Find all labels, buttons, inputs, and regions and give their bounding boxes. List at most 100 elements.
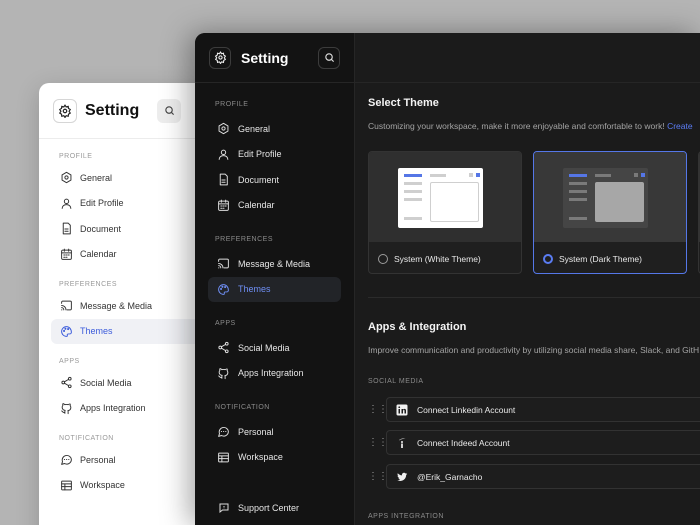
sidebar-item-message-and-media[interactable]: Message & Media [195,251,354,277]
main-header-bar [355,33,700,83]
dark-sidebar-nav: PROFILE General Edit Profile Document Calend… [195,101,354,470]
sidebar-item-social-media[interactable]: Social Media [195,335,354,361]
white-theme-label: System (White Theme) [394,253,481,264]
share-icon [217,341,230,354]
sidebar-item-label: Document [80,223,122,234]
sidebar-section-profile: PROFILE [215,101,249,108]
settings-logo-icon [53,98,77,123]
sidebar-item-label: Workspace [80,480,125,491]
palette-icon [217,283,230,296]
twitter-account-button[interactable]: @Erik_Garnacho [386,464,700,489]
create-link[interactable]: Create [667,121,693,131]
chat-icon [217,425,230,438]
cast-icon [217,257,230,270]
sidebar-item-edit-profile[interactable]: Edit Profile [195,142,354,168]
github-icon [59,401,73,415]
support-center-link[interactable]: Support Center [195,496,354,522]
sidebar-item-label: Edit Profile [80,198,124,209]
section-divider [368,297,700,298]
search-icon[interactable] [318,46,340,69]
social-media-section-label: SOCIAL MEDIA [368,378,424,385]
sidebar-item-document[interactable]: Document [195,167,354,193]
document-icon [59,222,73,236]
connect-linkedin-button[interactable]: Connect Linkedin Account [386,397,700,422]
gear-icon [59,171,73,185]
white-theme-preview [369,152,521,242]
user-icon [59,196,73,210]
twitter-row: ⋮⋮ @Erik_Garnacho [368,464,700,489]
dark-header: Setting [195,33,354,83]
apps-integration-title: Apps & Integration [368,321,467,333]
select-theme-title: Select Theme [368,97,439,109]
drag-handle-icon[interactable]: ⋮⋮ [368,437,388,448]
calendar-icon [217,199,230,212]
twitter-icon [395,470,408,483]
calendar-icon [59,247,73,261]
linkedin-row: ⋮⋮ Connect Linkedin Account [368,397,700,422]
sidebar-item-label: Document [238,174,280,185]
settings-logo-icon [209,46,231,69]
sidebar-item-label: Themes [80,326,113,337]
light-page-title: Setting [85,101,140,119]
sidebar-item-label: Apps Integration [80,403,146,414]
sidebar-item-label: Social Media [238,342,290,353]
dark-theme-preview [534,152,686,242]
dark-theme-card[interactable]: System (Dark Theme) [533,151,687,274]
sidebar-item-general[interactable]: General [195,116,354,142]
workspace-icon [217,451,230,464]
dark-theme-radio[interactable] [543,253,553,264]
sidebar-section-preferences: PREFERENCES [215,236,274,243]
sidebar-item-themes[interactable]: Themes [208,276,341,302]
sidebar-item-label: Social Media [80,377,132,388]
sidebar-item-apps-integration[interactable]: Apps Integration [195,361,354,387]
workspace-icon [59,478,73,492]
connect-indeed-label: Connect Indeed Account [417,437,510,448]
apps-integration-desc: Improve communication and productivity b… [368,345,700,355]
share-icon [59,376,73,390]
connect-linkedin-label: Connect Linkedin Account [417,404,516,415]
twitter-handle-label: @Erik_Garnacho [417,471,483,482]
select-theme-desc: Customizing your workspace, make it more… [368,121,693,131]
sidebar-section-apps: APPS [215,320,236,327]
sidebar-item-label: Message & Media [80,300,153,311]
sidebar-section-notification: NOTIFICATION [215,404,270,411]
search-icon[interactable] [157,98,182,123]
sidebar-item-label: Edit Profile [238,149,282,160]
github-icon [217,367,230,380]
sidebar-item-workspace[interactable]: Workspace [195,445,354,471]
palette-icon [59,324,73,338]
user-icon [217,148,230,161]
sidebar-item-label: Calendar [238,200,275,211]
sidebar-item-label: Message & Media [238,258,311,269]
gear-icon [217,122,230,135]
dark-settings-window: Setting PROFILE General Edit Profile Docume… [195,33,700,525]
sidebar-item-label: General [80,172,113,183]
dark-page-title: Setting [241,49,289,66]
apps-integration-section-label: APPS INTEGRATION [368,513,444,520]
cast-icon [59,299,73,313]
sidebar-item-label: Personal [238,426,274,437]
sidebar-item-label: General [238,123,271,134]
sidebar-item-calendar[interactable]: Calendar [195,193,354,219]
sidebar-item-personal[interactable]: Personal [195,419,354,445]
support-icon [217,502,230,515]
white-theme-card[interactable]: System (White Theme) [368,151,522,274]
drag-handle-icon[interactable]: ⋮⋮ [368,404,388,415]
indeed-row: ⋮⋮ Connect Indeed Account [368,430,700,455]
sidebar-item-label: Workspace [238,452,283,463]
chat-icon [59,453,73,467]
dark-theme-label: System (Dark Theme) [559,253,642,264]
sidebar-item-label: Apps Integration [238,368,304,379]
support-center-label: Support Center [238,503,300,514]
sidebar-item-label: Personal [80,454,116,465]
drag-handle-icon[interactable]: ⋮⋮ [368,471,388,482]
document-icon [217,173,230,186]
sidebar-item-label: Themes [238,284,271,295]
white-theme-radio[interactable] [378,253,388,264]
main-content: Select Theme Customizing your workspace,… [355,33,700,525]
dark-sidebar: Setting PROFILE General Edit Profile Docume… [195,33,355,525]
connect-indeed-button[interactable]: Connect Indeed Account [386,430,700,455]
linkedin-icon [395,403,408,416]
indeed-icon [395,436,408,449]
sidebar-item-label: Calendar [80,249,117,260]
